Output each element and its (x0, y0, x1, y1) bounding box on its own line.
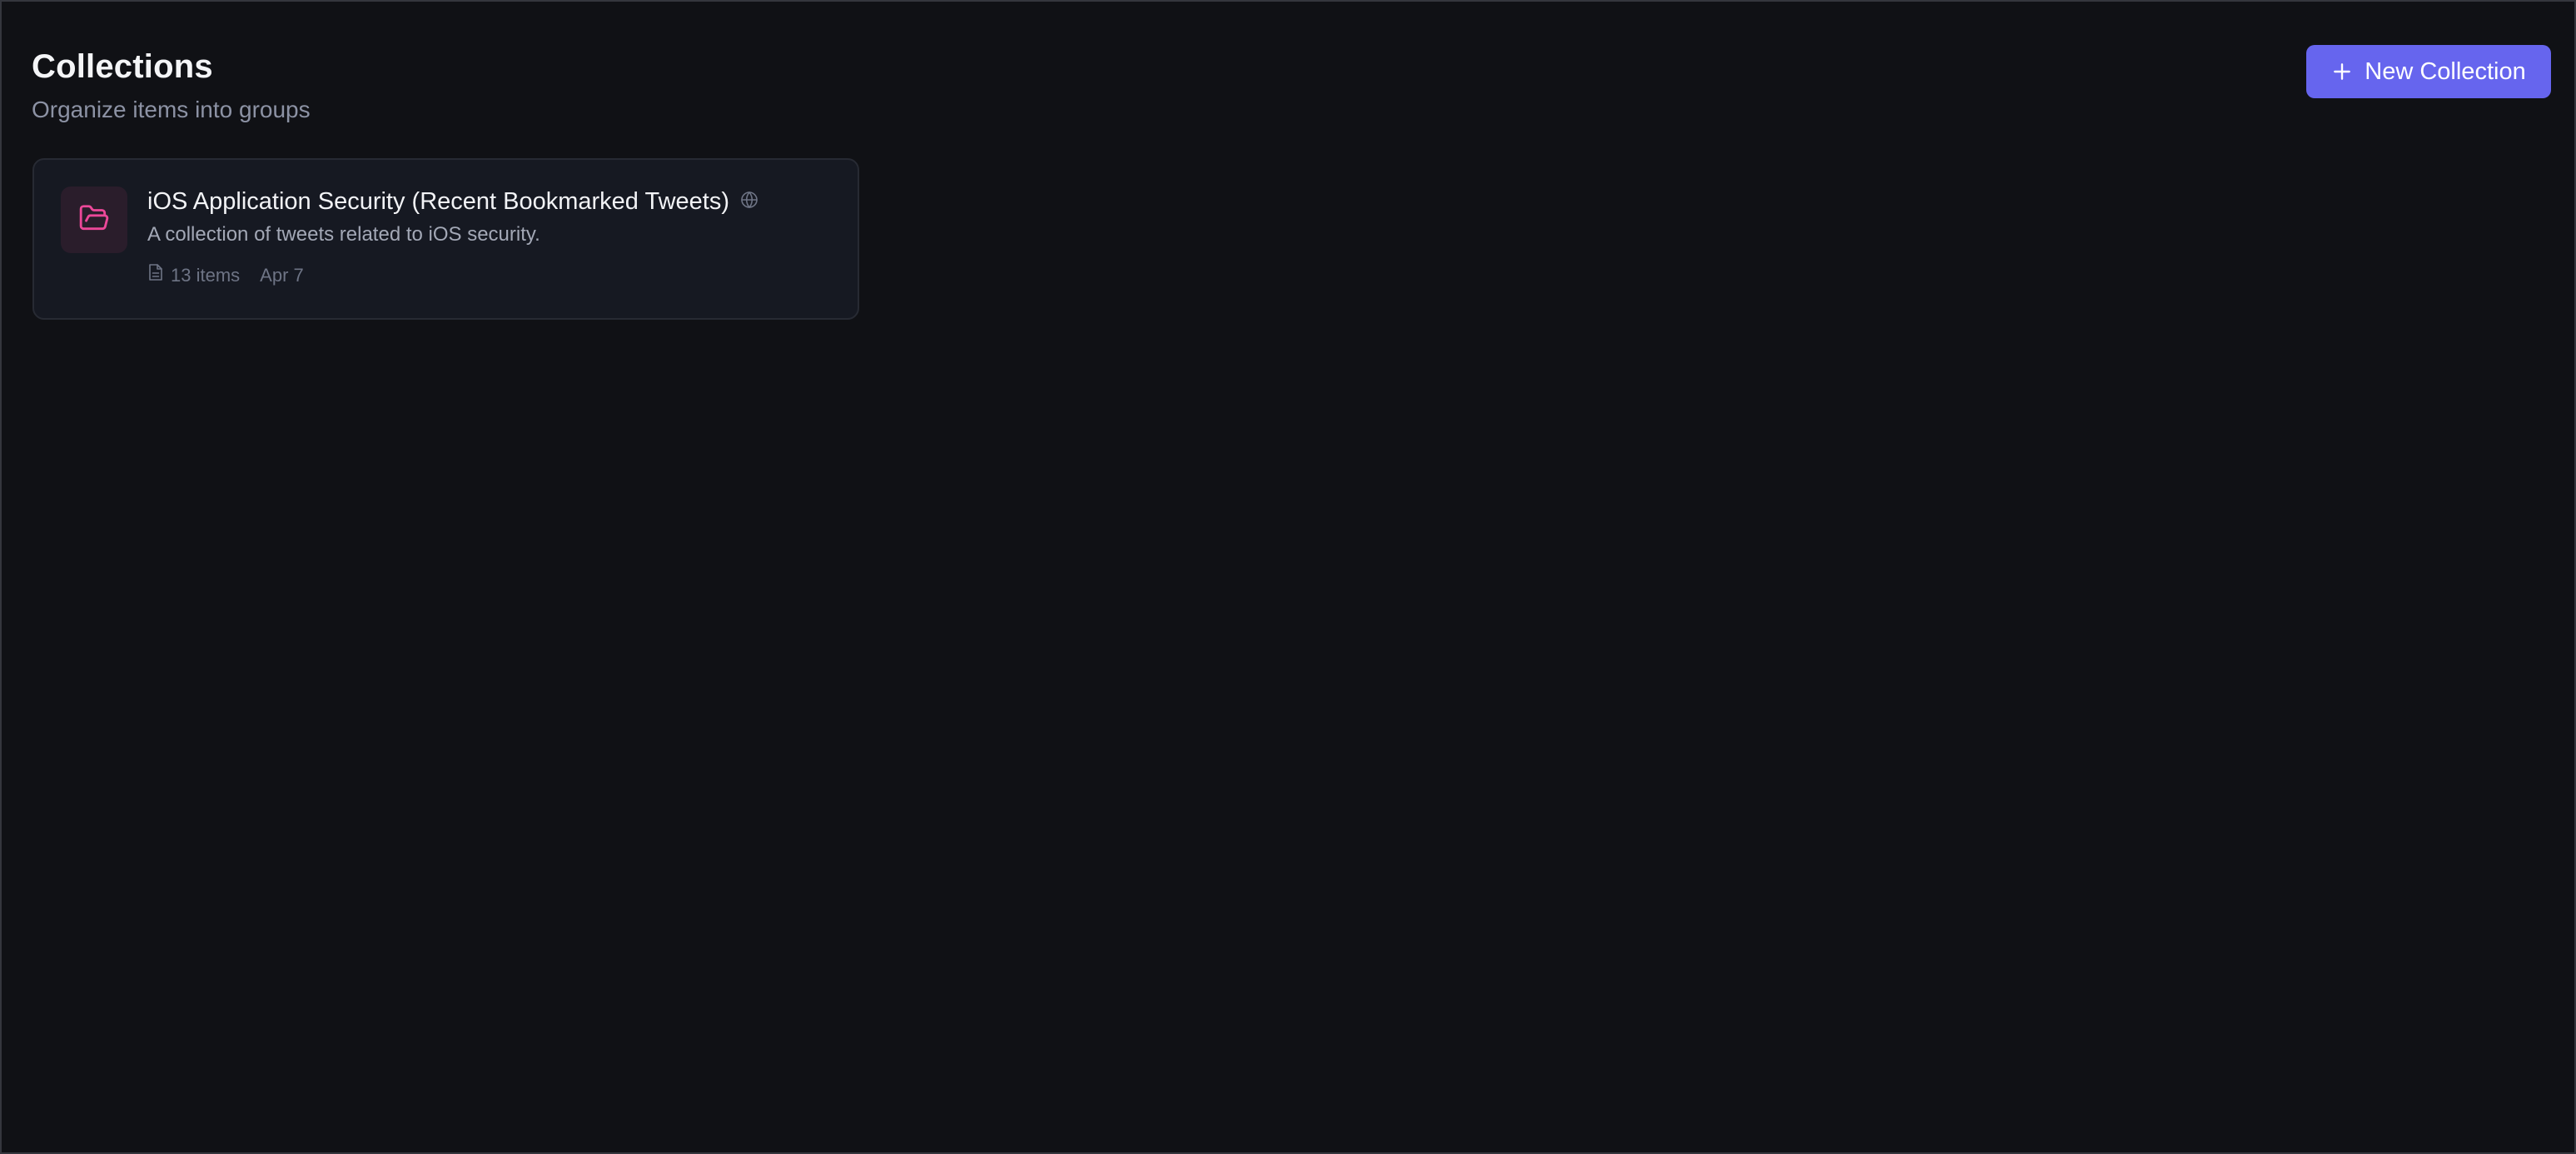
collection-description: A collection of tweets related to iOS se… (147, 223, 540, 246)
collection-title-row: iOS Application Security (Recent Bookmar… (147, 185, 841, 218)
collection-card[interactable]: iOS Application Security (Recent Bookmar… (32, 158, 859, 320)
new-collection-label: New Collection (2365, 57, 2526, 85)
new-collection-button[interactable]: New Collection (2306, 45, 2551, 98)
collection-date: Apr 7 (260, 265, 304, 286)
plus-icon (2331, 61, 2353, 82)
folder-open-icon (78, 202, 110, 238)
collection-item-count: 13 items (147, 263, 240, 288)
document-icon (147, 263, 164, 288)
app-window: Collections Organize items into groups N… (0, 0, 2576, 1154)
collection-icon-tile (61, 187, 127, 253)
page-header: Collections Organize items into groups (32, 45, 311, 125)
globe-icon (739, 190, 759, 214)
collection-title: iOS Application Security (Recent Bookmar… (147, 187, 730, 215)
page-title: Collections (32, 48, 213, 85)
page-subtitle: Organize items into groups (32, 97, 311, 122)
item-count-label: 13 items (171, 265, 241, 286)
collection-card-body: iOS Application Security (Recent Bookmar… (147, 185, 841, 288)
collection-meta: 13 items Apr 7 (147, 263, 841, 288)
